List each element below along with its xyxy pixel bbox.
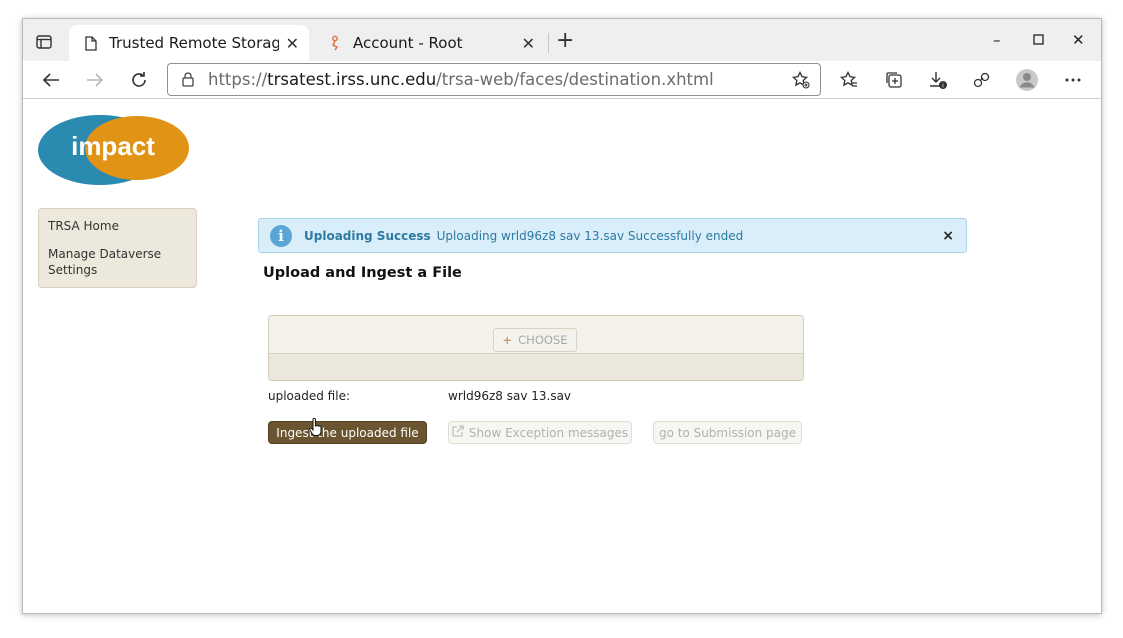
lock-icon[interactable] (182, 72, 194, 91)
page-title: Upload and Ingest a File (263, 265, 462, 281)
close-message-icon[interactable]: × (942, 228, 954, 244)
browser-window: Trusted Remote Storage A ✕ Account - Roo… (22, 18, 1102, 614)
window-close-icon[interactable]: ✕ (1072, 31, 1085, 49)
logo-text: impact (71, 131, 155, 161)
tab-label: Trusted Remote Storage A (109, 34, 279, 52)
back-icon[interactable] (38, 67, 64, 93)
tab-account-root[interactable]: Account - Root ✕ (313, 25, 545, 61)
info-icon: i (270, 224, 292, 247)
site-favicon-icon (327, 34, 343, 52)
forward-icon[interactable] (82, 67, 108, 93)
page-content: impact TRSA Home Manage Dataverse Settin… (23, 100, 1101, 613)
minimize-icon[interactable]: – (993, 31, 1001, 49)
side-menu: TRSA Home Manage Dataverse Settings (38, 208, 197, 288)
menu-item-trsa-home[interactable]: TRSA Home (48, 219, 119, 233)
go-to-submission-button[interactable]: go to Submission page (653, 421, 802, 444)
page-icon (83, 34, 99, 52)
url-path: /trsa-web/faces/destination.xhtml (436, 70, 714, 89)
tab-actions-icon[interactable] (33, 31, 55, 53)
plus-icon: + (502, 333, 513, 347)
more-menu-icon[interactable] (1060, 67, 1086, 93)
address-bar-row: https://trsatest.irss.unc.edu/trsa-web/f… (23, 61, 1101, 99)
tab-trusted-remote-storage[interactable]: Trusted Remote Storage A ✕ (69, 25, 309, 61)
ingest-file-button[interactable]: Ingest the uploaded file (268, 421, 427, 444)
url-text: https://trsatest.irss.unc.edu/trsa-web/f… (208, 70, 714, 89)
new-tab-icon[interactable]: + (556, 30, 574, 52)
profile-avatar-icon[interactable] (1014, 67, 1040, 93)
upload-button-bar: + CHOOSE (269, 316, 803, 354)
exception-label: Show Exception messages (468, 425, 629, 440)
hand-cursor-icon (309, 417, 323, 436)
file-upload: + CHOOSE (268, 315, 804, 381)
favorites-icon[interactable] (836, 67, 862, 93)
impact-logo[interactable]: impact (37, 113, 191, 187)
add-favorite-icon[interactable] (791, 70, 810, 93)
upload-drop-area[interactable] (269, 354, 803, 380)
uploaded-file-value: wrld96z8 sav 13.sav (448, 389, 572, 403)
tab-separator (548, 33, 549, 53)
close-tab-icon[interactable]: ✕ (286, 34, 299, 53)
reload-icon[interactable] (126, 67, 152, 93)
success-message: i Uploading Success Uploading wrld96z8 s… (258, 218, 967, 253)
close-tab-icon[interactable]: ✕ (522, 34, 535, 53)
maximize-icon[interactable] (1033, 31, 1044, 49)
external-link-icon (452, 425, 464, 440)
show-exception-messages-button[interactable]: Show Exception messages (448, 421, 632, 444)
url-host: trsatest.irss.unc.edu (267, 70, 437, 89)
downloads-icon[interactable]: i (925, 67, 951, 93)
uploaded-file-label: uploaded file: (268, 389, 351, 403)
menu-item-manage-dataverse-settings[interactable]: Manage Dataverse Settings (48, 246, 168, 278)
message-summary: Uploading Success (304, 228, 431, 243)
message-detail: Uploading wrld96z8 sav 13.sav Successful… (436, 228, 744, 243)
url-input[interactable]: https://trsatest.irss.unc.edu/trsa-web/f… (167, 63, 821, 96)
url-scheme: https:// (208, 70, 268, 89)
tab-strip: Trusted Remote Storage A ✕ Account - Roo… (23, 19, 1101, 61)
choose-file-button[interactable]: + CHOOSE (493, 328, 577, 352)
tab-label: Account - Root (353, 34, 463, 52)
choose-label: CHOOSE (518, 333, 568, 347)
collections-icon[interactable] (881, 67, 907, 93)
extensions-icon[interactable] (969, 67, 995, 93)
